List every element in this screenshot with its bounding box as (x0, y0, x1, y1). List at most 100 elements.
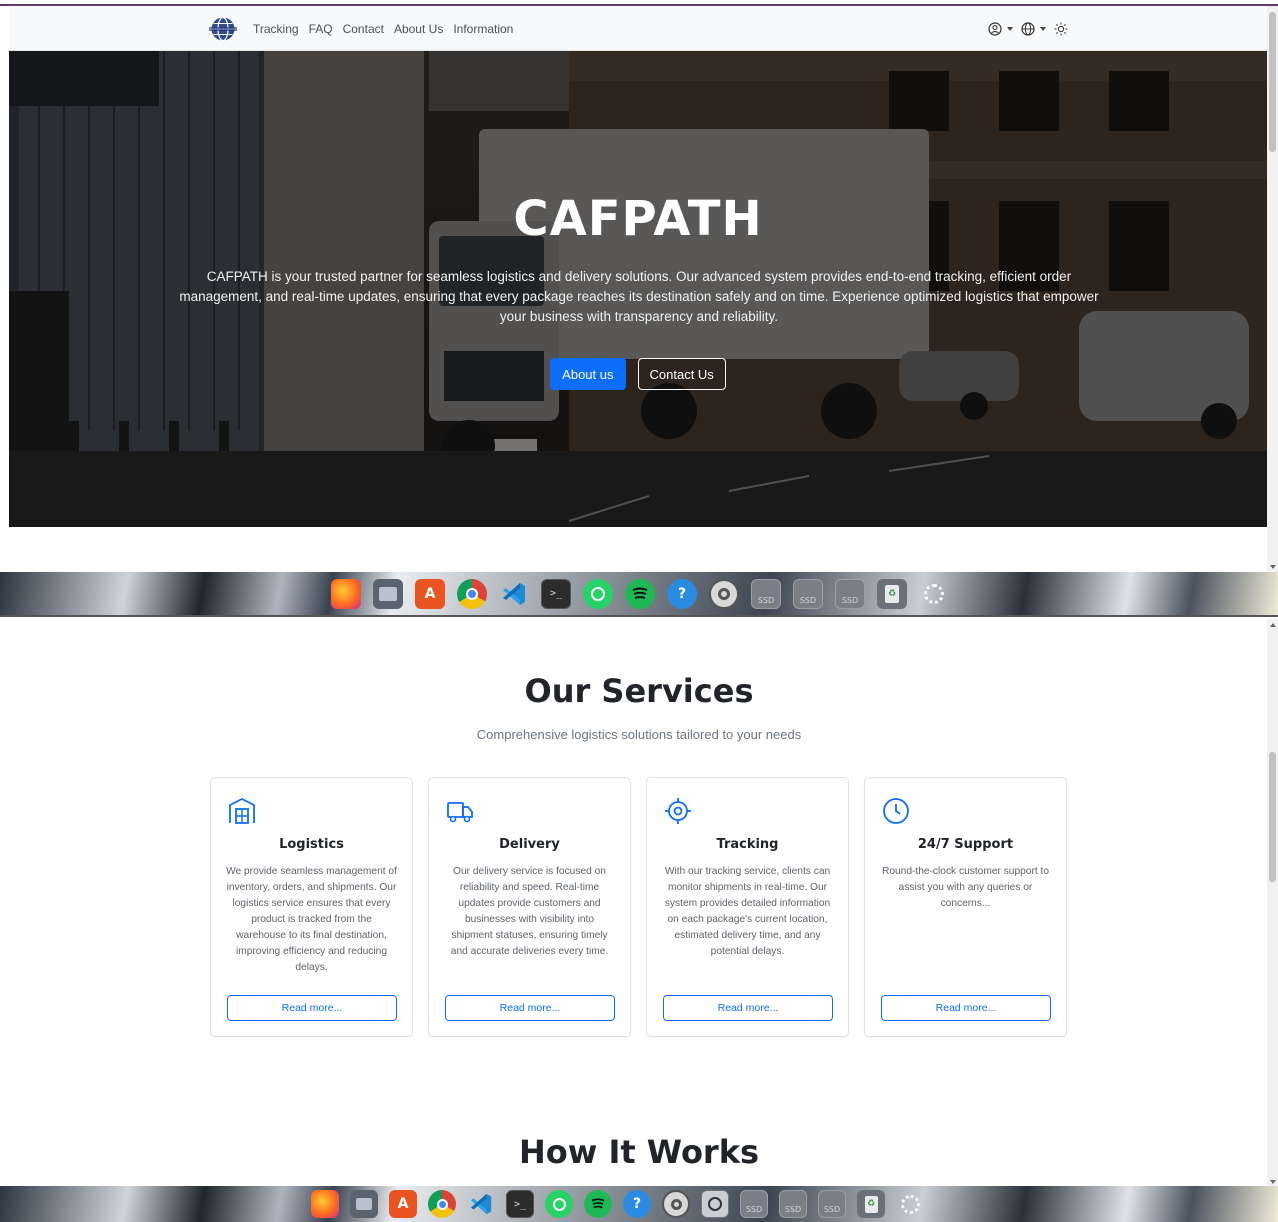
hero-section: CAFPATH CAFPATH is your trusted partner … (9, 51, 1267, 527)
ubuntu-icon[interactable] (919, 579, 949, 609)
magnifier-icon (708, 1197, 722, 1211)
terminal-icon[interactable]: >_ (506, 1190, 534, 1218)
trash-icon[interactable]: ♻ (857, 1190, 885, 1218)
ubuntu-logo-icon (900, 1194, 920, 1214)
scroll-down-arrow-icon[interactable] (1270, 565, 1276, 569)
ssd-drive-icon[interactable]: SSD (740, 1190, 768, 1218)
service-card-tracking: Tracking With our tracking service, clie… (646, 777, 849, 1037)
files-icon[interactable] (350, 1190, 378, 1218)
contact-us-button[interactable]: Contact Us (637, 358, 726, 390)
folder-glyph-icon (356, 1198, 372, 1210)
recycle-icon: ♻ (885, 584, 899, 603)
globe-logo-icon (209, 16, 237, 42)
services-title: Our Services (524, 672, 754, 710)
ssd-drive-icon[interactable]: SSD (751, 578, 781, 609)
nav-link-information[interactable]: Information (453, 22, 513, 36)
app-center-glyph-icon: A (424, 585, 436, 602)
spotify-waves-icon (591, 1198, 605, 1209)
nav-link-about-us[interactable]: About Us (394, 22, 443, 36)
chrome-icon[interactable] (428, 1190, 456, 1218)
ubuntu-icon[interactable] (896, 1190, 924, 1218)
hero-buttons: About us Contact Us (9, 358, 1267, 390)
card-title: Tracking (716, 837, 779, 852)
about-us-button[interactable]: About us (550, 358, 626, 390)
help-icon[interactable]: ? (623, 1190, 651, 1218)
dock-icon-row: A >_ ? SSD SSD SSD ♻ (311, 1186, 924, 1222)
spotify-icon[interactable] (584, 1190, 612, 1218)
how-it-works-title: How It Works (518, 1133, 760, 1171)
read-more-button[interactable]: Read more... (881, 995, 1051, 1021)
image-viewer-icon[interactable] (701, 1190, 729, 1218)
card-text: We provide seamless management of invent… (226, 866, 397, 973)
whatsapp-icon[interactable] (545, 1190, 573, 1218)
services-subtitle: Comprehensive logistics solutions tailor… (476, 727, 802, 742)
whatsapp-bubble-icon (591, 586, 605, 601)
ssd-drive-icon[interactable]: SSD (779, 1190, 807, 1218)
vscode-glyph-icon (503, 582, 525, 605)
ssd-drive-icon[interactable]: SSD (818, 1190, 846, 1218)
firefox-icon[interactable] (311, 1190, 339, 1218)
ubuntu-logo-icon (924, 583, 944, 604)
language-dropdown-caret-icon[interactable] (1040, 26, 1046, 31)
ssd-label: SSD (799, 595, 817, 605)
card-text: Round-the-clock customer support to assi… (881, 866, 1050, 909)
target-icon (665, 798, 691, 824)
card-text: Our delivery service is focused on relia… (450, 866, 609, 957)
read-more-button[interactable]: Read more... (445, 995, 615, 1021)
whatsapp-bubble-icon (552, 1197, 566, 1211)
scrollbar-thumb[interactable] (1269, 752, 1276, 882)
navbar: Tracking FAQ Contact About Us Informatio… (9, 6, 1267, 51)
chrome-center-icon (436, 1198, 448, 1210)
ssd-drive-icon[interactable]: SSD (793, 578, 823, 609)
spotify-waves-icon (632, 587, 648, 599)
nav-link-faq[interactable]: FAQ (309, 22, 333, 36)
truck-icon (447, 802, 473, 823)
card-title: Delivery (499, 837, 560, 852)
vscode-icon[interactable] (499, 579, 529, 609)
building-icon (229, 797, 255, 824)
settings-icon[interactable] (662, 1190, 690, 1218)
brand-logo[interactable] (209, 16, 237, 42)
globe-icon[interactable] (1020, 21, 1036, 37)
folder-glyph-icon (379, 586, 397, 601)
chrome-icon[interactable] (457, 578, 487, 609)
card-title: Logistics (279, 837, 344, 852)
app-center-icon[interactable]: A (415, 578, 445, 609)
ssd-drive-icon[interactable]: SSD (835, 578, 865, 609)
scroll-up-arrow-icon[interactable] (1270, 623, 1276, 627)
ssd-label: SSD (745, 1205, 763, 1214)
files-icon[interactable] (373, 578, 403, 609)
spotify-icon[interactable] (625, 578, 655, 609)
firefox-icon[interactable] (331, 578, 361, 609)
card-title: 24/7 Support (917, 837, 1014, 852)
scrollbar-thumb[interactable] (1269, 12, 1276, 152)
help-glyph-icon: ? (677, 585, 687, 602)
ssd-label: SSD (757, 595, 775, 605)
taskbar-dock-bottom: A >_ ? SSD SSD SSD ♻ (0, 1186, 1278, 1222)
whatsapp-icon[interactable] (583, 578, 613, 609)
service-card-delivery: Delivery Our delivery service is focused… (428, 777, 631, 1037)
gear-icon (670, 1198, 682, 1210)
settings-icon[interactable] (709, 578, 739, 609)
read-more-button[interactable]: Read more... (227, 995, 397, 1021)
nav-link-contact[interactable]: Contact (343, 22, 384, 36)
nav-link-tracking[interactable]: Tracking (253, 22, 299, 36)
sun-icon[interactable] (1053, 21, 1069, 37)
trash-icon[interactable]: ♻ (877, 578, 907, 609)
vscode-icon[interactable] (467, 1190, 495, 1218)
app-center-icon[interactable]: A (389, 1190, 417, 1218)
browser-viewport-top: Tracking FAQ Contact About Us Informatio… (0, 0, 1278, 617)
account-dropdown-caret-icon[interactable] (1007, 26, 1013, 31)
hero-title: CAFPATH (513, 191, 763, 247)
clock-icon (883, 798, 909, 824)
taskbar-dock-top: A >_ ? SSD SSD SSD ♻ (0, 572, 1278, 617)
nav-right-controls (987, 6, 1069, 51)
ssd-label: SSD (784, 1205, 802, 1214)
account-icon[interactable] (987, 21, 1003, 37)
scroll-down-arrow-icon[interactable] (1270, 1180, 1276, 1184)
read-more-button[interactable]: Read more... (663, 995, 833, 1021)
dock-icon-row: A >_ ? SSD SSD SSD ♻ (331, 572, 949, 615)
terminal-icon[interactable]: >_ (541, 578, 571, 609)
terminal-prompt-icon: >_ (549, 588, 563, 599)
help-icon[interactable]: ? (667, 578, 697, 609)
